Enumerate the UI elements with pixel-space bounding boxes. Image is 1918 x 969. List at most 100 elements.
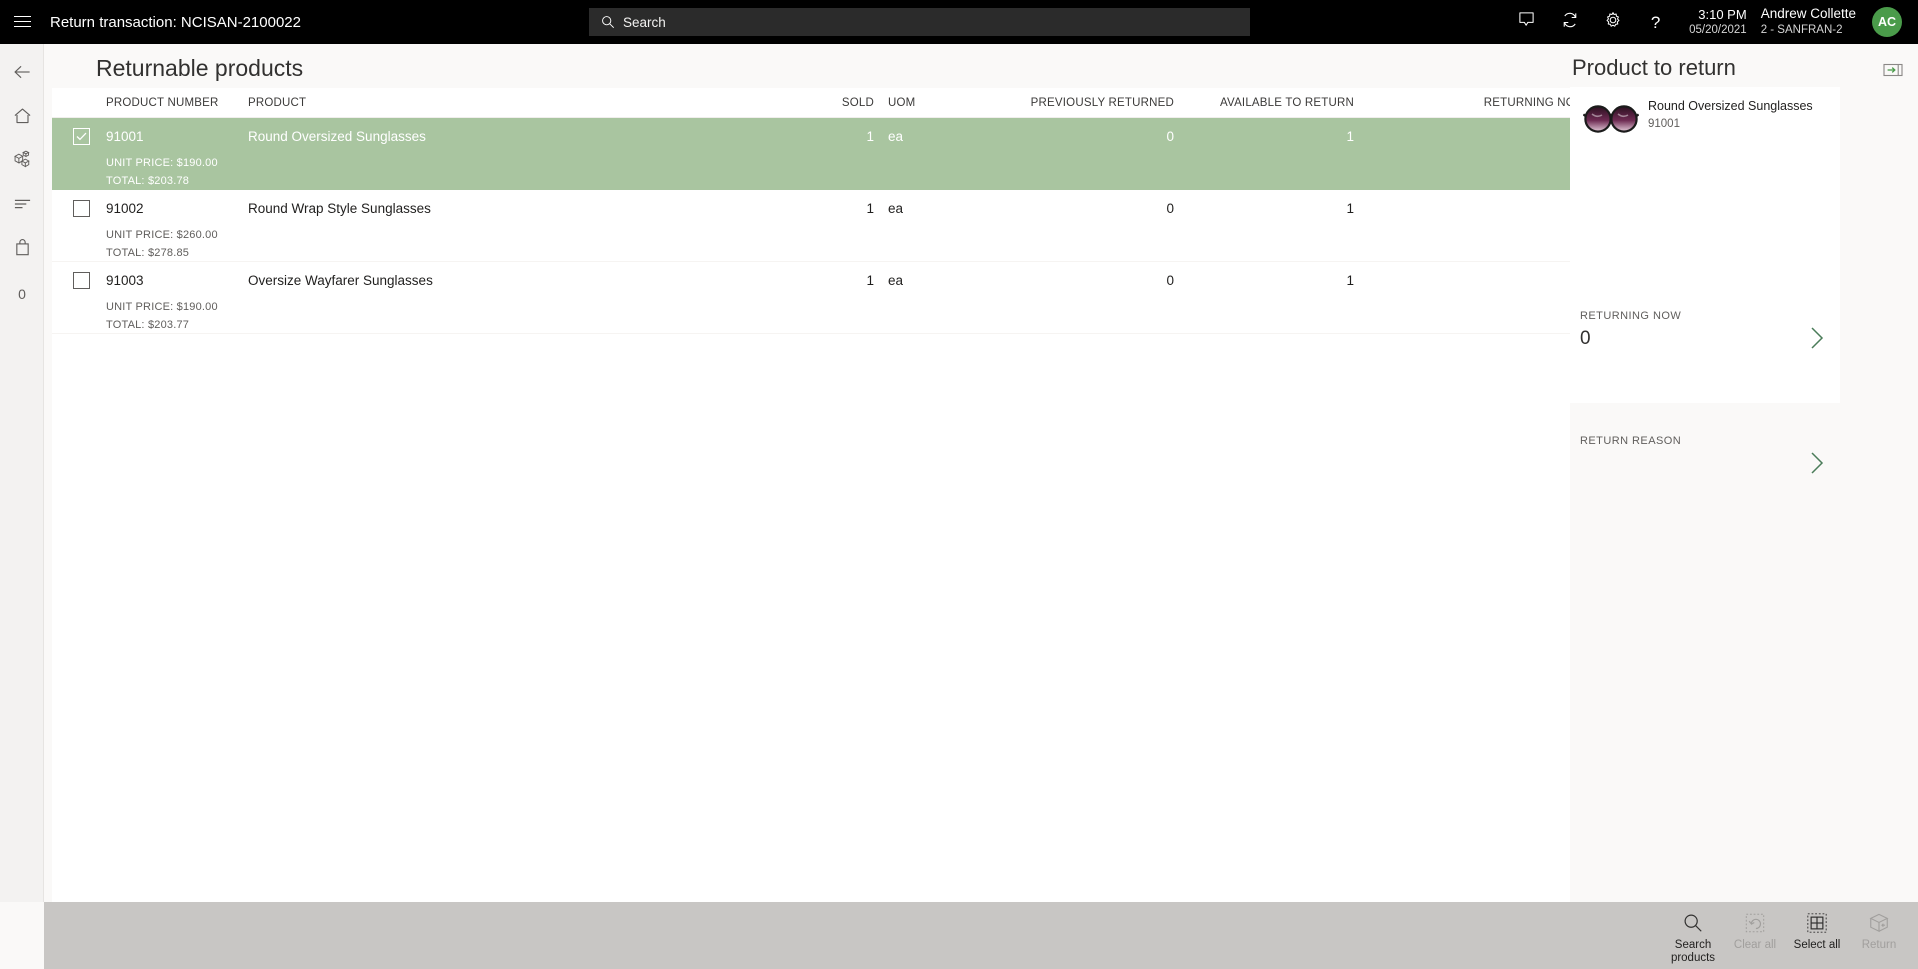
selected-product-name: Round Oversized Sunglasses <box>1648 99 1813 113</box>
expand-panel-button[interactable] <box>1883 63 1903 82</box>
footer-action-group: Search products Clear all Select all Ret… <box>1662 902 1910 969</box>
table-row[interactable]: 91001 Round Oversized Sunglasses 1 ea 0 … <box>52 118 1604 190</box>
refresh-icon <box>1561 11 1579 34</box>
return-box-icon <box>1868 910 1890 936</box>
page-title: Returnable products <box>96 55 304 81</box>
sunglasses-thumbnail <box>1580 96 1642 142</box>
row-checkbox-cell[interactable] <box>52 127 96 145</box>
cell-available-to-return: 1 <box>1346 200 1354 216</box>
bottom-action-bar: Search products Clear all Select all Ret… <box>44 902 1918 969</box>
table-row[interactable]: 91003 Oversize Wayfarer Sunglasses 1 ea … <box>52 262 1604 334</box>
cell-sold: 1 <box>866 128 874 144</box>
cell-product-number: 91003 <box>106 272 144 288</box>
grid-header-uom: UOM <box>888 96 916 109</box>
refresh-button[interactable] <box>1548 0 1591 44</box>
cell-total: TOTAL: $203.77 <box>106 319 190 331</box>
selected-product-number: 91001 <box>1648 118 1680 130</box>
settings-gear-icon <box>1604 11 1622 34</box>
cell-available-to-return: 1 <box>1346 272 1354 288</box>
shopping-bag-icon <box>14 238 31 262</box>
feedback-button[interactable] <box>1505 0 1548 44</box>
clear-undo-icon <box>1744 910 1766 936</box>
cell-product-number: 91001 <box>106 128 144 144</box>
row-checkbox[interactable] <box>73 127 90 145</box>
current-date: 05/20/2021 <box>1689 23 1747 36</box>
cell-sold: 1 <box>866 200 874 216</box>
row-checkbox-cell[interactable] <box>52 199 96 217</box>
clear-all-button[interactable]: Clear all <box>1724 902 1786 969</box>
help-question-icon: ? <box>1650 12 1661 32</box>
table-row-main-line: 91001 Round Oversized Sunglasses 1 ea 0 … <box>52 118 1604 154</box>
cell-previously-returned: 0 <box>1166 272 1174 288</box>
help-button[interactable]: ? <box>1634 0 1677 44</box>
user-info[interactable]: Andrew Collette 2 - SANFRAN-2 <box>1761 6 1856 37</box>
row-checkbox[interactable] <box>73 199 90 217</box>
returning-now-value: 0 <box>1580 328 1591 349</box>
avatar[interactable]: AC <box>1872 7 1902 37</box>
return-reason-value <box>1580 453 1830 475</box>
select-all-grid-icon <box>1806 910 1828 936</box>
row-checkbox[interactable] <box>73 271 90 289</box>
page-header-title: Return transaction: NCISAN-2100022 <box>50 13 301 31</box>
user-store: 2 - SANFRAN-2 <box>1760 24 1843 37</box>
sidebar-item-home[interactable] <box>0 96 44 140</box>
hamburger-icon <box>13 16 31 28</box>
hamburger-menu-button[interactable] <box>0 0 44 44</box>
grid-header-previously-returned: PREVIOUSLY RETURNED <box>1030 96 1174 109</box>
grid-header-product-number: PRODUCT NUMBER <box>106 96 219 109</box>
cell-returning-now: 0 <box>1354 201 1604 216</box>
return-reason-field[interactable]: RETURN REASON <box>1580 435 1830 475</box>
cell-total: TOTAL: $203.78 <box>106 175 190 187</box>
cell-product-name: Oversize Wayfarer Sunglasses <box>248 272 433 288</box>
left-nav-rail: 0 <box>0 44 44 902</box>
feedback-icon <box>1518 11 1535 33</box>
list-lines-icon <box>13 197 32 216</box>
checkmark-icon <box>76 132 87 140</box>
cell-available-to-return: 1 <box>1346 128 1354 144</box>
table-row-main-line: 91002 Round Wrap Style Sunglasses 1 ea 0… <box>52 190 1604 226</box>
return-label: Return <box>1861 939 1897 951</box>
search-products-button[interactable]: Search products <box>1662 902 1724 969</box>
cell-unit-price: UNIT PRICE: $260.00 <box>106 229 218 241</box>
clear-all-label: Clear all <box>1733 939 1777 951</box>
back-arrow-icon <box>13 64 32 85</box>
app-root: Return transaction: NCISAN-2100022 Searc… <box>0 0 1918 969</box>
cell-returning-now: 0 <box>1354 273 1604 288</box>
grid-header-sold: SOLD <box>841 96 874 109</box>
sidebar-item-cart[interactable] <box>0 228 44 272</box>
sidebar-item-journal[interactable] <box>0 184 44 228</box>
cell-total: TOTAL: $278.85 <box>106 247 190 259</box>
grid-header-available-to-return: AVAILABLE TO RETURN <box>1220 96 1354 109</box>
table-row-main-line: 91003 Oversize Wayfarer Sunglasses 1 ea … <box>52 262 1604 298</box>
cell-uom: ea <box>888 200 904 216</box>
top-header-right-cluster: ? 3:10 PM 05/20/2021 Andrew Collette 2 -… <box>1505 0 1918 44</box>
selected-product-meta: Round Oversized Sunglasses 91001 <box>1642 96 1813 142</box>
chevron-right-icon[interactable] <box>1806 324 1828 357</box>
search-products-label: Search products <box>1670 939 1716 964</box>
select-all-button[interactable]: Select all <box>1786 902 1848 969</box>
sidebar-item-back[interactable] <box>0 52 44 96</box>
returning-now-label: RETURNING NOW <box>1580 310 1682 322</box>
cell-uom: ea <box>888 272 904 288</box>
returning-now-field[interactable]: RETURNING NOW 0 <box>1580 310 1830 350</box>
row-checkbox-cell[interactable] <box>52 271 96 289</box>
cell-previously-returned: 0 <box>1166 128 1174 144</box>
returnable-products-grid: PRODUCT NUMBER PRODUCT SOLD UOM PREVIOUS… <box>52 88 1604 902</box>
grid-header-product: PRODUCT <box>248 96 307 109</box>
return-reason-label: RETURN REASON <box>1580 435 1682 447</box>
global-search-box[interactable]: Search <box>589 8 1250 36</box>
search-placeholder-text: Search <box>623 14 666 30</box>
table-row[interactable]: 91002 Round Wrap Style Sunglasses 1 ea 0… <box>52 190 1604 262</box>
return-button[interactable]: Return <box>1848 902 1910 969</box>
top-header-bar: Return transaction: NCISAN-2100022 Searc… <box>0 0 1918 44</box>
sidebar-item-cart-count[interactable]: 0 <box>0 272 44 316</box>
magnifier-icon <box>1682 910 1704 936</box>
user-name: Andrew Collette <box>1760 6 1856 22</box>
products-cubes-icon <box>12 150 32 174</box>
sidebar-item-products[interactable] <box>0 140 44 184</box>
current-time: 3:10 PM <box>1698 6 1747 22</box>
cell-uom: ea <box>888 128 904 144</box>
settings-button[interactable] <box>1591 0 1634 44</box>
chevron-right-icon[interactable] <box>1806 449 1828 482</box>
right-panel-title: Product to return <box>1572 55 1736 80</box>
